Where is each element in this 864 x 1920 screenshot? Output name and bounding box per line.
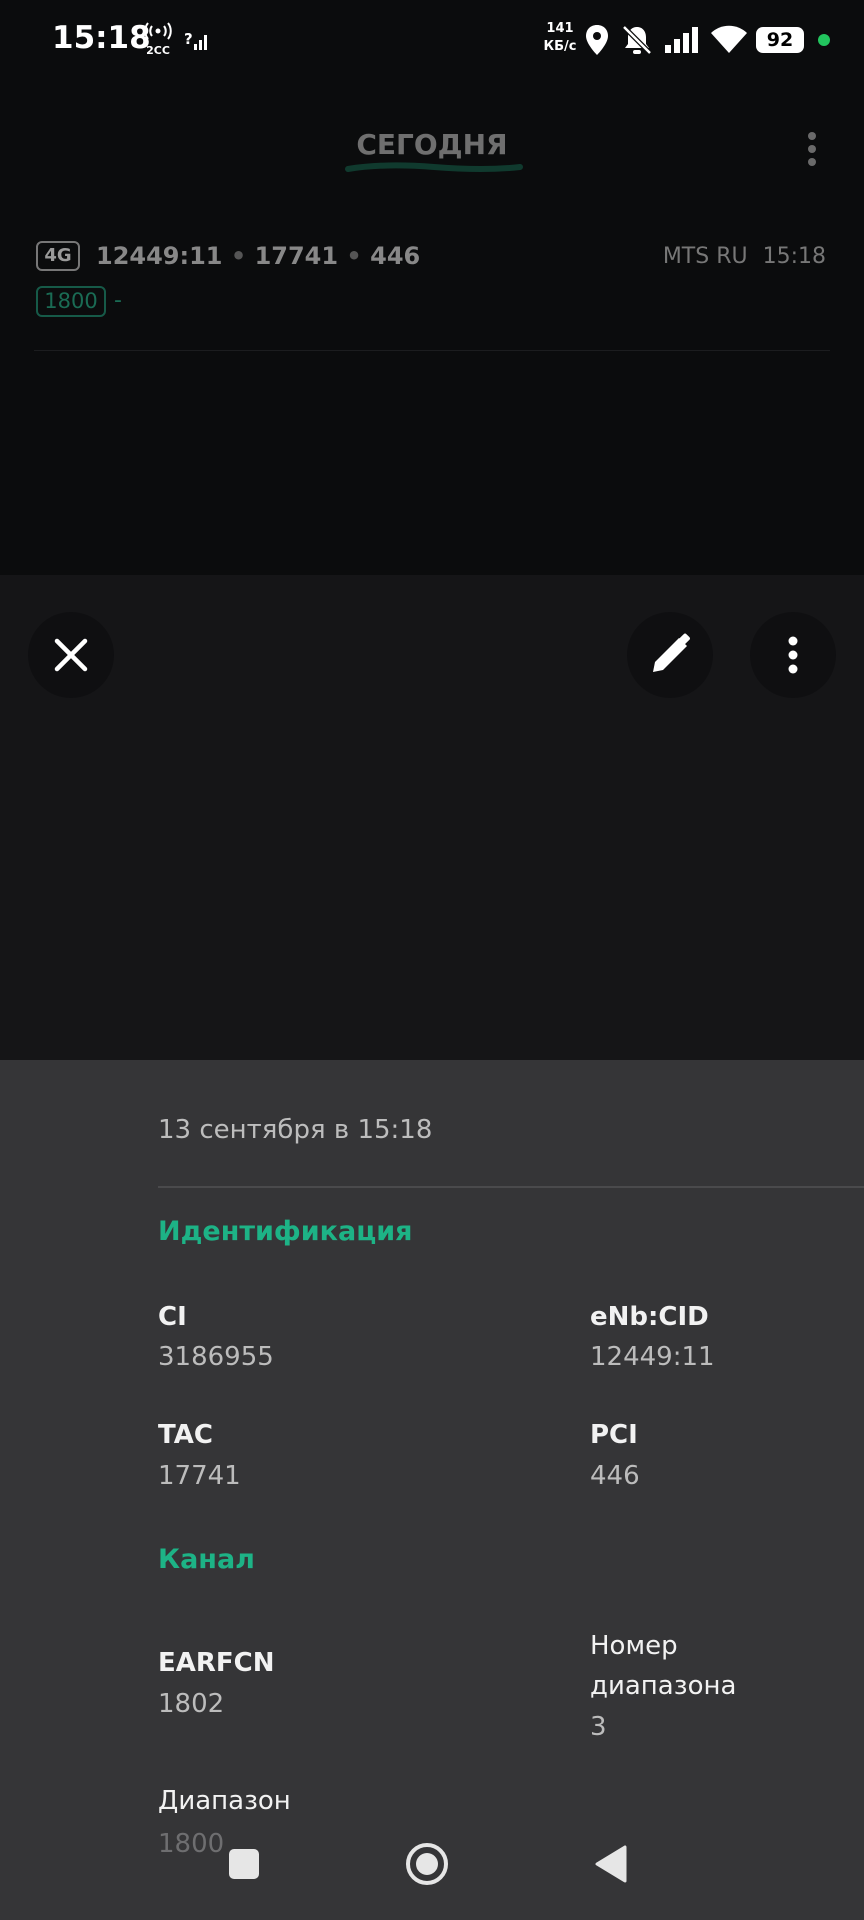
record-enb-cid: 12449:11 (96, 242, 223, 270)
location-icon (584, 24, 610, 60)
svg-text:?: ? (184, 30, 193, 48)
band-number-label: Номер диапазона (590, 1626, 736, 1706)
tac-label: TAC (158, 1420, 213, 1450)
wifi-icon (710, 24, 748, 58)
more-options-icon[interactable] (800, 130, 824, 174)
edit-button[interactable] (627, 612, 713, 698)
signal-question-icon: ? (184, 30, 210, 56)
record-ids: 12449:11 • 17741 • 446 (96, 242, 421, 270)
section-identification: Идентификация (158, 1216, 413, 1247)
details-more-button[interactable] (750, 612, 836, 698)
record-time: 15:18 (762, 244, 826, 269)
details-overlay (0, 575, 864, 1060)
battery-icon: 92 (756, 27, 804, 53)
record-pci: 446 (370, 242, 421, 270)
earfcn-value: 1802 (158, 1689, 225, 1719)
record-operator: MTS RU (662, 244, 748, 269)
nav-home-icon[interactable] (404, 1841, 450, 1891)
tech-badge: 4G (36, 241, 80, 271)
volte-label: 2СС (146, 44, 170, 57)
enb-value: 12449:11 (590, 1342, 715, 1372)
ci-value: 3186955 (158, 1342, 274, 1372)
record-operator-time: MTS RU 15:18 (663, 244, 826, 269)
band-number-label-line2: диапазона (590, 1671, 737, 1701)
ci-label: CI (158, 1302, 187, 1332)
band-label: Диапазон (158, 1786, 291, 1816)
nav-recents-icon[interactable] (229, 1849, 259, 1879)
speed-unit: КБ/с (543, 39, 577, 54)
earfcn-label: EARFCN (158, 1648, 275, 1678)
close-icon (54, 638, 88, 672)
close-button[interactable] (28, 612, 114, 698)
pci-value: 446 (590, 1461, 640, 1491)
signal-icon (664, 26, 700, 58)
band-badge: 1800 (36, 286, 106, 317)
status-time: 15:18 (52, 20, 151, 56)
details-sheet[interactable] (0, 1060, 864, 1920)
pencil-icon (653, 633, 690, 672)
mute-icon (620, 24, 654, 60)
tac-value: 17741 (158, 1461, 241, 1491)
record-tac: 17741 (254, 242, 339, 270)
enb-label: eNb:CID (590, 1302, 709, 1332)
page-title: СЕГОДНЯ (356, 128, 508, 161)
pci-label: PCI (590, 1420, 638, 1450)
section-channel: Канал (158, 1544, 255, 1575)
record-date: 13 сентября в 15:18 (158, 1115, 433, 1145)
band-number-value: 3 (590, 1712, 607, 1742)
more-vertical-icon (788, 636, 798, 674)
sheet-divider (158, 1186, 864, 1188)
divider (34, 350, 830, 351)
band-number-label-line1: Номер (590, 1631, 678, 1661)
band-extra: - (114, 288, 122, 313)
title-underline (344, 158, 524, 172)
speed-value: 141 (546, 21, 574, 36)
status-dot (818, 34, 830, 46)
band-value: 1800 (158, 1829, 225, 1859)
nav-back-icon[interactable] (594, 1845, 628, 1887)
